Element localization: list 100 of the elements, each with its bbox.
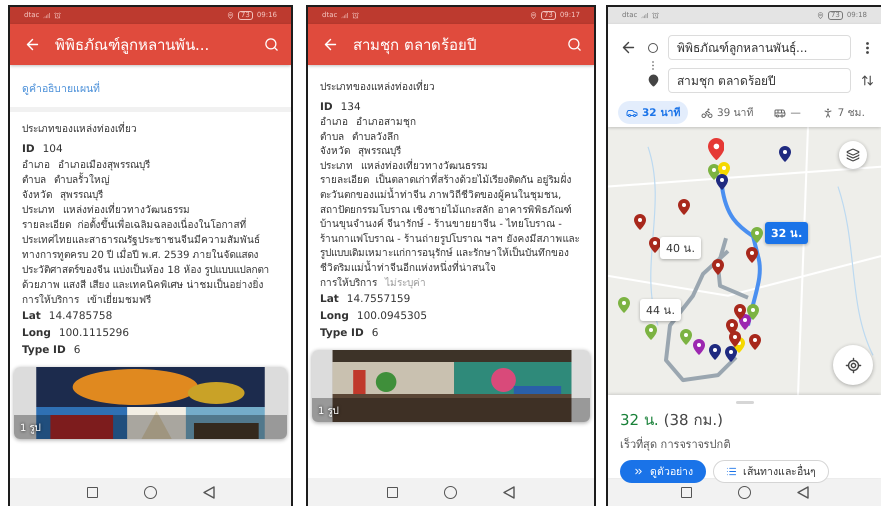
- map-pin-icon: [680, 329, 692, 345]
- back-button[interactable]: [24, 36, 41, 53]
- alarm-icon: [54, 12, 62, 19]
- field-value: 134: [340, 101, 361, 113]
- route-time-label[interactable]: 44 น.: [640, 299, 681, 321]
- field-value: เข้าเยี่ยมชมฟรี: [87, 295, 151, 306]
- route-time-label[interactable]: 32 น.: [765, 222, 808, 244]
- chevrons-icon: [633, 466, 644, 477]
- recent-apps-button[interactable]: [86, 486, 98, 498]
- location-icon: [530, 12, 537, 19]
- travel-mode-tab[interactable]: 32 นาที: [618, 101, 688, 124]
- signal-icon: [641, 12, 648, 19]
- field-label: จังหวัด: [22, 190, 52, 201]
- field-value: 100.0945305: [356, 310, 428, 322]
- map-pin-icon: [709, 344, 721, 360]
- map-pin-icon: [712, 259, 724, 275]
- signal-icon: [43, 12, 50, 19]
- travel-mode-tab[interactable]: —: [766, 104, 809, 122]
- field-value: แหล่งท่องเที่ยวทางวัฒนธรรม: [361, 160, 488, 172]
- field-value: 104: [42, 143, 63, 155]
- map-pin-icon: [693, 339, 705, 355]
- search-button[interactable]: [264, 37, 279, 52]
- field-label: จังหวัด: [320, 146, 350, 158]
- map-pin-icon: [747, 304, 759, 320]
- preview-button[interactable]: ดูตัวอย่าง: [620, 460, 706, 483]
- field-value: อำเภอเมืองสุพรรณบุรี: [58, 160, 150, 171]
- search-icon: [567, 37, 582, 52]
- swap-button[interactable]: [860, 74, 874, 87]
- home-button[interactable]: [444, 486, 457, 498]
- field-label: Type ID: [320, 327, 364, 340]
- map-pin-icon: [634, 214, 646, 230]
- page-title: สามชุก ตลาดร้อยปี: [353, 34, 478, 56]
- back-button[interactable]: [202, 486, 214, 498]
- field-label: การให้บริการ: [22, 295, 79, 306]
- field-label: Lat: [22, 310, 41, 322]
- destination-pin-icon: [646, 74, 660, 87]
- field-value: สุพรรณบุรี: [60, 190, 103, 201]
- back-button[interactable]: [796, 486, 808, 498]
- field-value: 100.1115296: [58, 327, 130, 339]
- route-note: เร็วที่สุด การจราจรปกติ: [620, 436, 732, 453]
- swap-arrows-icon: [860, 74, 874, 87]
- section-title: ประเภทของแหล่งท่องเที่ยว: [22, 121, 279, 136]
- field-label: อำเภอ: [22, 160, 50, 171]
- page-title: พิพิธภัณฑ์ลูกหลานพัน...: [55, 34, 210, 56]
- field-label: ID: [22, 143, 35, 155]
- alarm-icon: [652, 12, 660, 19]
- map-pin-icon: [746, 247, 758, 263]
- more-icon: [866, 42, 868, 54]
- destination-field[interactable]: สามชุก ตลาดร้อยปี: [668, 68, 851, 93]
- map-pin-icon: [618, 297, 630, 313]
- field-value: ตำบลวังลึก: [352, 132, 399, 143]
- travel-mode-tab[interactable]: 39 นาที: [693, 101, 762, 124]
- field-label: ตำบล: [320, 132, 344, 143]
- list-icon: [726, 466, 737, 477]
- description-text: รายละเอียด เป็นตลาดเก่าที่สร้างด้วยไม้เรียงติดกัน อยู่ริมฝั่งตะวันตกของแม่น้ำท่าจีน ภาพวิถีชีวิตของผู้คนในชุมชน, สถาปัตยกรรมโบราณ เชิงชายไม้แกะสลัก อาคารพิพิธภัณฑ์บ้านขุนจำนงค์ จีนารักษ์ - ร้านขายยาจีน - ไทยโบราณ - ร้านกาแฟโบราณ - ร้านถ่ายรูปโบราณ ฯลฯ ยังคงมีสภาพและรูปแบบเดิมเหมาะแก่การอนุรักษ์ และรักษาให้เป็นบันทึกของชีวิตริมแม่น้ำท่าจีนอีกแห่งหนึ่งที่น่าสนใจ: [320, 174, 582, 277]
- map-description-link[interactable]: ดูคำอธิบายแผนที่: [22, 83, 100, 95]
- origin-field[interactable]: พิพิธภัณฑ์ลูกหลานพันธุ์...: [668, 35, 851, 60]
- home-button[interactable]: [738, 486, 750, 498]
- dotted-line-icon: [652, 61, 654, 70]
- back-button[interactable]: [322, 36, 339, 53]
- description-text: รายละเอียด ก่อตั้งขึ้นเพื่อเฉลิมฉลองเนื่องในโอกาสที่ประเทศไทยและสาธารณรัฐประชาชนจีนมีความสัมพันธ์ทางการทูตครบ 20 ปี เมื่อปี พ.ศ. 2539 ภายในจัดแสดงประวัติศาสตร์ของจีน แบ่งเป็นห้อง 18 ห้อง รูปแบบแปลกตาด้วยภาพ แสงสี เสียง และเทคนิคพิเศษ น่าชมเป็นอย่างยิ่ง: [22, 218, 279, 293]
- walking-person-icon: [822, 106, 834, 118]
- recent-apps-button[interactable]: [387, 486, 398, 498]
- more-options-button[interactable]: [866, 42, 868, 54]
- field-value: อำเภอสามชุก: [356, 117, 416, 128]
- search-button[interactable]: [567, 37, 582, 52]
- recent-apps-button[interactable]: [680, 486, 692, 498]
- map-pin-icon: [725, 346, 737, 362]
- layers-icon: [846, 148, 860, 162]
- route-distance: (38 กม.): [664, 410, 723, 431]
- field-label: Lat: [320, 293, 339, 306]
- map-pin-icon: [751, 227, 763, 243]
- home-button[interactable]: [144, 486, 156, 498]
- map-pin-icon: [779, 146, 791, 162]
- field-value: สุพรรณบุรี: [358, 146, 401, 158]
- field-label: ประเภท: [22, 205, 55, 216]
- field-value: 14.7557159: [346, 293, 410, 306]
- bus-icon: [774, 106, 786, 118]
- travel-mode-tab[interactable]: 7 ชม.: [814, 101, 873, 124]
- signal-icon: [341, 12, 348, 19]
- map-pin-icon: [649, 237, 661, 253]
- map-pin-icon: [716, 174, 728, 190]
- field-label: Long: [320, 310, 349, 322]
- field-label: ตำบล: [22, 175, 46, 186]
- map-pin-icon: [645, 324, 657, 340]
- map-pin-icon: [708, 138, 724, 160]
- map-pin-icon: [678, 199, 690, 215]
- location-icon: [226, 12, 234, 19]
- steps-button[interactable]: เส้นทางและอื่นๆ: [713, 460, 829, 483]
- field-value: ตำบลรั้วใหญ่: [54, 175, 110, 186]
- route-time-label[interactable]: 40 น.: [660, 237, 701, 259]
- crosshair-icon: [844, 356, 862, 374]
- origin-circle-icon: [648, 42, 658, 52]
- back-button[interactable]: [503, 486, 515, 498]
- field-label: Type ID: [22, 344, 66, 356]
- search-icon: [264, 37, 279, 52]
- map-pin-icon: [734, 304, 746, 320]
- field-label: Long: [22, 327, 51, 339]
- photo-count: 1 รูป: [318, 405, 339, 418]
- field-value: 6: [372, 327, 378, 340]
